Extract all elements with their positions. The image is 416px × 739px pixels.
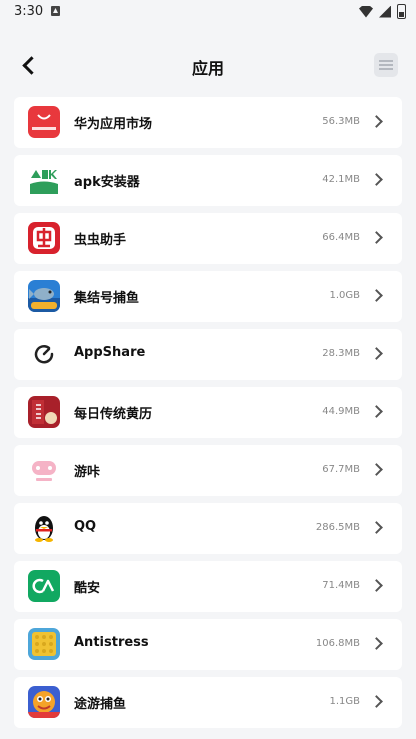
app-size: 71.4MB (322, 580, 360, 591)
app-name: Antistress (74, 635, 149, 650)
chevron-right-icon (370, 521, 383, 534)
chevron-right-icon (370, 637, 383, 650)
tuyou-fishing-icon (28, 686, 60, 718)
app-name: 游咔 (74, 465, 101, 480)
wifi-icon (359, 5, 373, 18)
app-size: 56.3MB (322, 116, 360, 127)
app-name: apk安装器 (74, 175, 140, 190)
header: 应用 (0, 40, 416, 90)
app-name: AppShare (74, 345, 146, 360)
almanac-icon (28, 396, 60, 428)
status-time: 3:30 (14, 4, 44, 19)
app-item[interactable]: 华为应用市场 56.3MB (14, 97, 402, 148)
app-size: 44.9MB (322, 406, 360, 417)
chevron-right-icon (370, 231, 383, 244)
notification-icon (51, 6, 60, 16)
chevron-right-icon (370, 695, 383, 708)
app-item[interactable]: 酷安 71.4MB (14, 561, 402, 612)
app-item[interactable]: 游咔 67.7MB (14, 445, 402, 496)
huawei-appgallery-icon (28, 106, 60, 138)
app-size: 286.5MB (315, 522, 360, 533)
app-size: 28.3MB (322, 348, 360, 359)
chevron-right-icon (370, 115, 383, 128)
app-name: QQ (74, 519, 97, 534)
app-item[interactable]: 途游捕鱼 1.1GB (14, 677, 402, 728)
app-item[interactable]: 每日传统黄历 44.9MB (14, 387, 402, 438)
chevron-right-icon (370, 405, 383, 418)
list-view-button[interactable] (374, 53, 398, 77)
coolapk-icon (28, 570, 60, 602)
app-size: 1.1GB (329, 696, 360, 707)
app-name: 华为应用市场 (74, 117, 153, 132)
chevron-right-icon (370, 579, 383, 592)
app-item[interactable]: Antistress 106.8MB (14, 619, 402, 670)
app-item[interactable]: 虫虫助手 66.4MB (14, 213, 402, 264)
app-size: 67.7MB (322, 464, 360, 475)
chevron-right-icon (370, 289, 383, 302)
page-title: 应用 (191, 59, 224, 78)
signal-icon (379, 5, 391, 18)
status-icons (359, 4, 406, 19)
app-name: 途游捕鱼 (74, 697, 127, 712)
app-name: 酷安 (74, 581, 101, 596)
app-size: 106.8MB (315, 638, 360, 649)
app-item[interactable]: QQ 286.5MB (14, 503, 402, 554)
antistress-icon (28, 628, 60, 660)
app-name: 集结号捕鱼 (74, 291, 140, 306)
status-bar: 3:30 (0, 0, 416, 24)
app-name: 虫虫助手 (74, 233, 127, 248)
apk-installer-icon (28, 164, 60, 196)
app-list: 华为应用市场 56.3MB apk安装器 42.1MB 虫虫助手 66.4MB … (14, 97, 402, 735)
app-item[interactable]: AppShare 28.3MB (14, 329, 402, 380)
qq-penguin-icon (28, 512, 60, 544)
battery-icon (397, 4, 406, 19)
chongchong-icon (28, 222, 60, 254)
app-size: 42.1MB (322, 174, 360, 185)
chevron-right-icon (370, 173, 383, 186)
fishing-game-icon (28, 280, 60, 312)
app-name: 每日传统黄历 (74, 407, 153, 422)
app-item[interactable]: 集结号捕鱼 1.0GB (14, 271, 402, 322)
youka-icon (28, 454, 60, 486)
app-size: 66.4MB (322, 232, 360, 243)
appshare-icon (28, 338, 60, 370)
app-size: 1.0GB (329, 290, 360, 301)
app-item[interactable]: apk安装器 42.1MB (14, 155, 402, 206)
chevron-right-icon (370, 463, 383, 476)
chevron-right-icon (370, 347, 383, 360)
